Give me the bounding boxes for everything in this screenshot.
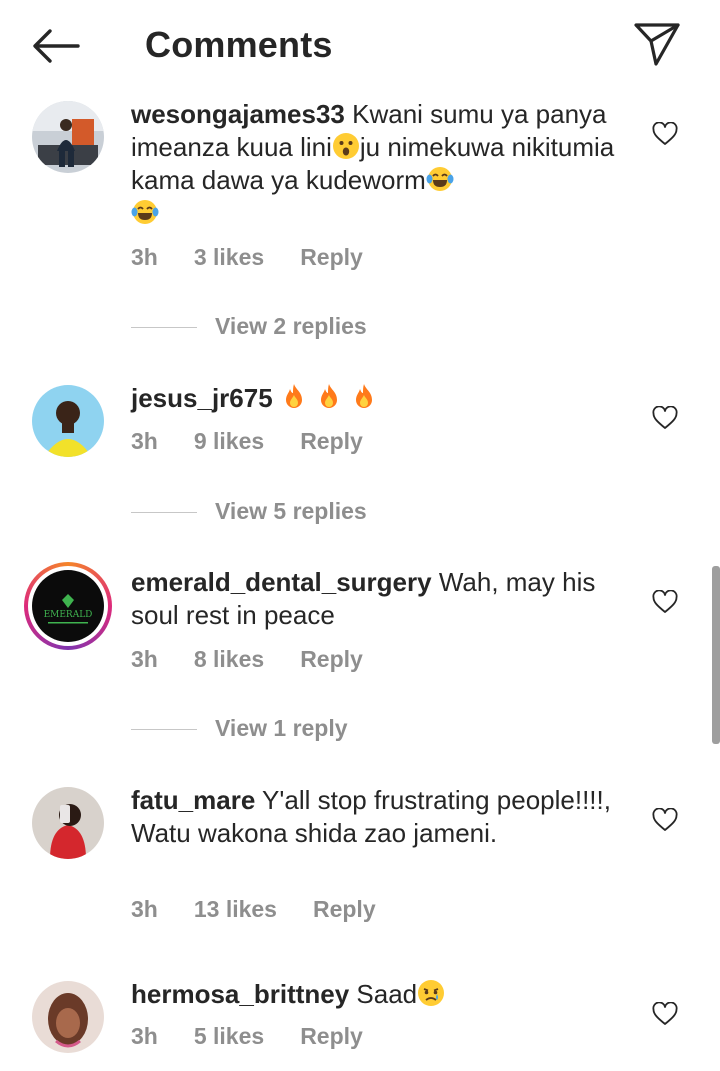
reply-button[interactable]: Reply [300, 428, 363, 454]
arrow-left-icon [33, 29, 80, 63]
comment-username[interactable]: jesus_jr675 [131, 383, 273, 413]
heart-icon[interactable] [652, 590, 678, 614]
view-replies-label: View 1 reply [215, 715, 348, 741]
comment-text: wesongajames33 Kwani sumu ya panya imean… [131, 98, 631, 230]
like-count[interactable]: 3 likes [194, 244, 264, 270]
astonished-face-emoji [332, 132, 360, 160]
comment-time: 3h [131, 244, 158, 270]
avatar: EMERALD [32, 570, 104, 642]
comment-username[interactable]: emerald_dental_surgery [131, 567, 432, 597]
fire-emoji [315, 383, 343, 411]
reply-button[interactable]: Reply [313, 896, 376, 922]
reply-button[interactable]: Reply [300, 646, 363, 672]
replies-divider [131, 512, 197, 514]
view-replies-label: View 2 replies [215, 313, 367, 339]
comments-header: Comments [0, 0, 720, 95]
fire-emoji [350, 383, 378, 411]
emerald-logo-text: EMERALD [44, 610, 93, 620]
like-count[interactable]: 13 likes [194, 896, 277, 922]
view-replies-button[interactable]: View 5 replies [131, 498, 367, 525]
comment-time: 3h [131, 1023, 158, 1049]
avatar-story-ring[interactable]: EMERALD [24, 562, 112, 650]
fire-emoji [280, 383, 308, 411]
avatar[interactable] [32, 101, 104, 173]
comment-text: hermosa_brittney Saad [131, 978, 631, 1011]
heart-icon[interactable] [652, 808, 678, 832]
reply-button[interactable]: Reply [300, 1023, 363, 1049]
comment-meta: 3h 9 likes Reply [131, 428, 399, 455]
heart-icon[interactable] [652, 1002, 678, 1026]
view-replies-label: View 5 replies [215, 498, 367, 524]
comment-message: Saad [356, 979, 418, 1009]
view-replies-button[interactable]: View 2 replies [131, 313, 367, 340]
comment-time: 3h [131, 896, 158, 922]
back-button[interactable] [30, 26, 82, 66]
comment-username[interactable]: fatu_mare [131, 785, 255, 815]
avatar[interactable] [32, 981, 104, 1053]
like-count[interactable]: 5 likes [194, 1023, 264, 1049]
like-count[interactable]: 8 likes [194, 646, 264, 672]
like-count[interactable]: 9 likes [194, 428, 264, 454]
avatar[interactable] [32, 385, 104, 457]
comment-meta: 3h 3 likes Reply [131, 244, 399, 271]
heart-icon[interactable] [652, 406, 678, 430]
comment-text: jesus_jr675 [131, 382, 631, 415]
scrollbar[interactable] [712, 566, 720, 744]
avatar[interactable] [32, 787, 104, 859]
comment-time: 3h [131, 646, 158, 672]
comment-username[interactable]: wesongajames33 [131, 99, 345, 129]
replies-divider [131, 327, 197, 329]
comment-text: emerald_dental_surgery Wah, may his soul… [131, 566, 631, 632]
tears-of-joy-emoji [426, 165, 454, 193]
comment-meta: 3h 5 likes Reply [131, 1023, 399, 1050]
crying-face-emoji [417, 979, 445, 1007]
tears-of-joy-emoji [131, 198, 159, 226]
comment-meta: 3h 13 likes Reply [131, 896, 412, 923]
comment-meta: 3h 8 likes Reply [131, 646, 399, 673]
paper-plane-icon [634, 23, 680, 66]
heart-icon[interactable] [652, 122, 678, 146]
reply-button[interactable]: Reply [300, 244, 363, 270]
replies-divider [131, 729, 197, 731]
page-title: Comments [145, 24, 333, 65]
view-replies-button[interactable]: View 1 reply [131, 715, 348, 742]
share-button[interactable] [632, 20, 682, 68]
comment-time: 3h [131, 428, 158, 454]
comment-username[interactable]: hermosa_brittney [131, 979, 349, 1009]
comment-text: fatu_mare Y'all stop frustrating people!… [131, 784, 631, 850]
